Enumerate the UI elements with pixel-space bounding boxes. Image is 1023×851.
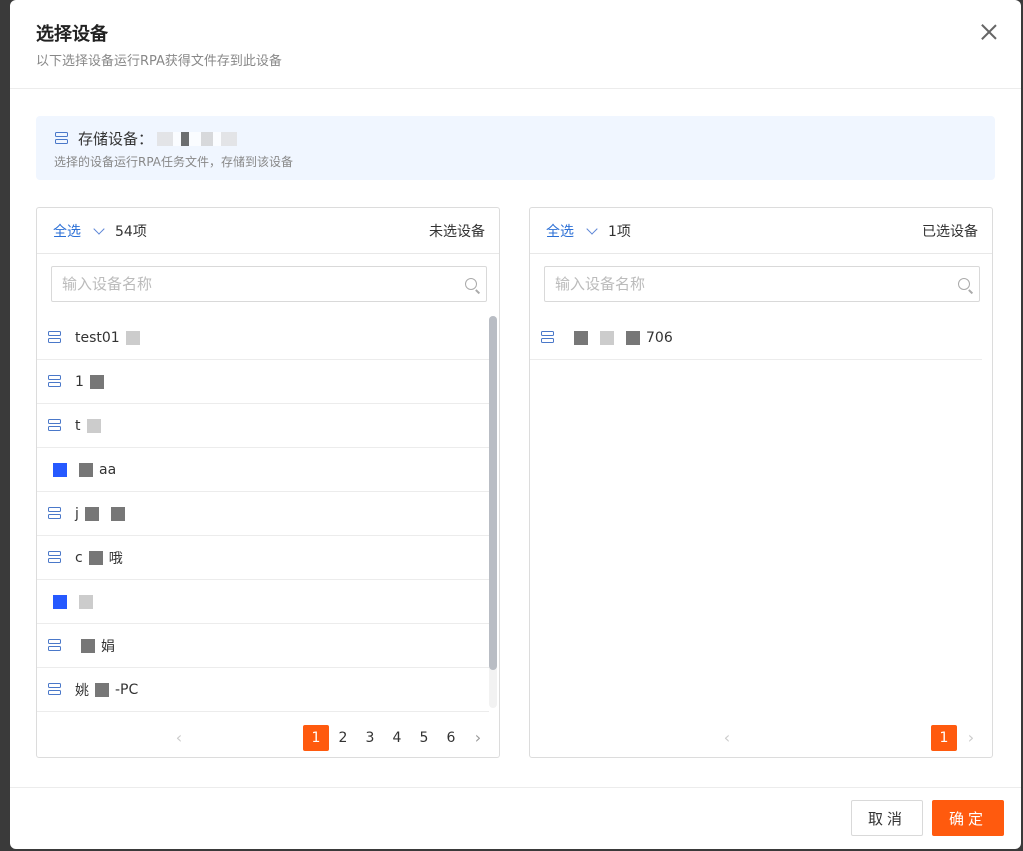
server-icon [47,418,63,433]
masked-text [95,682,109,697]
device-name-suffix: 哦 [108,550,123,567]
search-icon[interactable] [465,278,477,290]
select-device-dialog: 选择设备 以下选择设备运行RPA获得文件存到此设备 存储设备： 选择的设备运行R… [10,0,1021,849]
search-input[interactable] [544,266,980,302]
search-icon[interactable] [958,278,970,290]
device-list: 706 [530,316,992,360]
list-item[interactable]: 1 [37,360,489,404]
masked-text [81,638,95,653]
confirm-button[interactable]: 确定 [932,800,1004,836]
page-button[interactable]: 5 [411,725,437,751]
masked-text [84,506,99,521]
pagination: ‹ 1 2 3 4 5 6 › [165,725,491,751]
page-button[interactable]: 4 [384,725,410,751]
server-icon [54,131,70,146]
close-icon[interactable] [979,22,999,42]
device-name: 706 [646,329,673,346]
device-name: j [75,505,79,522]
device-name: test01 [75,329,120,346]
masked-text [89,374,104,389]
chevron-down-icon[interactable] [586,223,598,235]
server-icon [47,550,63,565]
chevron-down-icon[interactable] [93,223,105,235]
dialog-subtitle: 以下选择设备运行RPA获得文件存到此设备 [36,54,282,69]
server-icon [47,506,63,521]
storage-device-name-masked [157,131,238,146]
select-all-button[interactable]: 全选 [546,221,574,241]
list-item[interactable]: 娟 [37,624,489,668]
page-button[interactable]: 1 [303,725,329,751]
masked-text [79,594,93,609]
masked-text [125,330,140,345]
list-item[interactable] [37,580,489,624]
masked-text [110,506,125,521]
server-icon [47,682,63,697]
panel-header: 全选 1项 已选设备 [530,208,992,254]
masked-text [574,330,588,345]
dialog-footer: 取消 确定 [10,787,1021,849]
masked-text [79,462,93,477]
unselected-devices-panel: 全选 54项 未选设备 test01 1 t [36,207,500,758]
panel-label: 未选设备 [429,224,485,240]
next-page-icon[interactable]: › [465,725,491,751]
selected-devices-panel: 全选 1项 已选设备 706 ‹ 1 › [529,207,993,758]
masked-text [600,330,614,345]
page-button[interactable]: 2 [330,725,356,751]
cancel-button[interactable]: 取消 [851,800,923,836]
scrollbar-thumb[interactable] [489,316,497,670]
device-name: aa [99,461,117,478]
masked-text [626,330,640,345]
storage-device-line: 存储设备： [54,128,238,149]
item-count: 54项 [115,224,147,240]
select-all-button[interactable]: 全选 [53,221,81,241]
list-item[interactable]: j [37,492,489,536]
storage-label: 存储设备： [78,130,154,148]
server-icon [540,330,556,345]
list-item[interactable]: t [37,404,489,448]
masked-icon [53,462,67,477]
list-scrollbar[interactable] [489,316,497,708]
page-button[interactable]: 1 [931,725,957,751]
prev-page-icon[interactable]: ‹ [166,725,192,751]
page-button[interactable]: 6 [438,725,464,751]
next-page-icon[interactable]: › [958,725,984,751]
search-input[interactable] [51,266,487,302]
storage-desc: 选择的设备运行RPA任务文件，存储到该设备 [54,155,294,169]
prev-page-icon[interactable]: ‹ [714,725,740,751]
dialog-title: 选择设备 [36,24,108,45]
list-item[interactable]: 706 [530,316,982,360]
device-list: test01 1 t aa j c 哦 娟 姚 -PC [37,316,499,712]
device-name-suffix: -PC [115,681,139,698]
device-name: 娟 [101,638,115,655]
device-name: 姚 [75,682,89,699]
server-icon [47,638,63,653]
device-name: t [75,417,81,434]
device-name: c [75,549,83,566]
pagination: ‹ 1 › [713,725,984,751]
masked-text [88,550,103,565]
list-item[interactable]: test01 [37,316,489,360]
list-item[interactable]: 姚 -PC [37,668,489,712]
panel-header: 全选 54项 未选设备 [37,208,499,254]
page-button[interactable]: 3 [357,725,383,751]
panel-label: 已选设备 [922,224,978,240]
storage-info-banner: 存储设备： 选择的设备运行RPA任务文件，存储到该设备 [36,116,995,180]
dialog-header: 选择设备 以下选择设备运行RPA获得文件存到此设备 [10,0,1021,89]
item-count: 1项 [608,224,631,240]
masked-text [86,418,101,433]
server-icon [47,330,63,345]
list-item[interactable]: aa [37,448,489,492]
device-name: 1 [75,373,84,390]
masked-icon [53,594,67,609]
server-icon [47,374,63,389]
list-item[interactable]: c 哦 [37,536,489,580]
